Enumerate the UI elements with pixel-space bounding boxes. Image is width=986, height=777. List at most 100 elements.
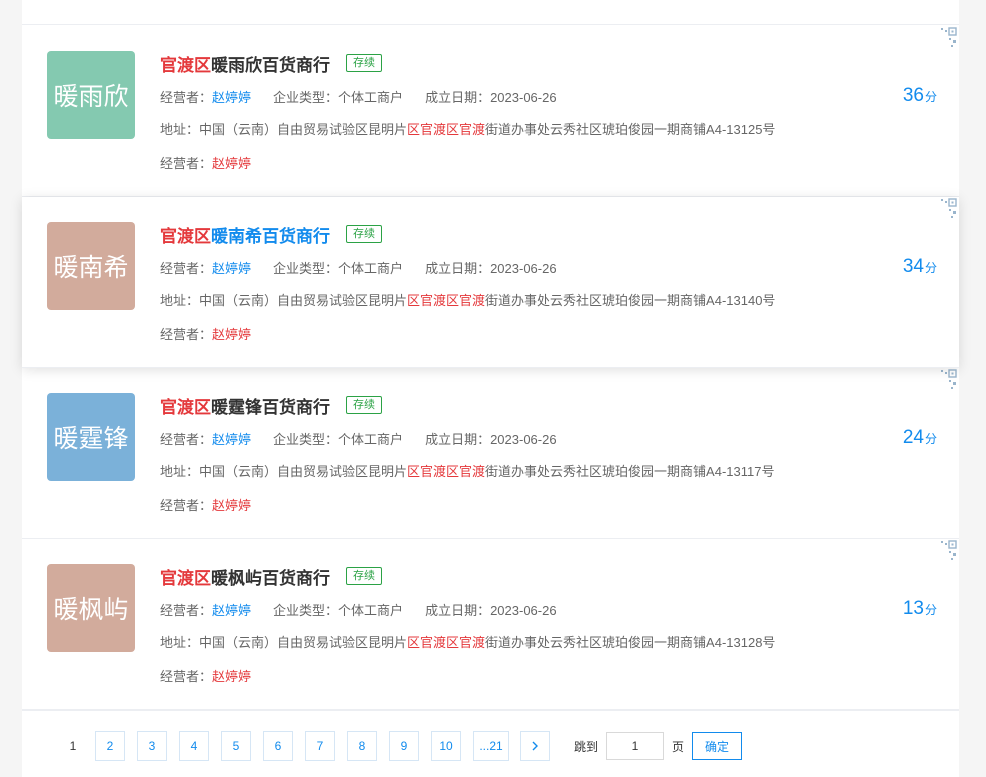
title-district-highlight[interactable]: 官渡区 (160, 393, 211, 418)
company-title[interactable]: 官渡区 暖枫屿百货商行 存续 (160, 564, 382, 588)
address-label: 地址： (160, 293, 200, 308)
page-jump-input[interactable] (606, 732, 664, 760)
address-row: 地址：中国（云南）自由贸易试验区昆明片区官渡区官渡街道办事处云秀社区琥珀俊园一期… (160, 632, 775, 651)
title-district-highlight[interactable]: 官渡区 (160, 564, 211, 589)
score-value: 13 (902, 598, 924, 619)
chevron-right-icon (532, 741, 538, 751)
jump-label: 跳到 (574, 740, 599, 754)
status-badge: 存续 (346, 54, 382, 72)
operator-row: 经营者：赵婷婷 (160, 153, 251, 172)
operator-link[interactable]: 赵婷婷 (212, 90, 251, 105)
operator-link[interactable]: 赵婷婷 (212, 432, 251, 447)
company-avatar: 暖霆锋 (47, 393, 135, 481)
page-link[interactable]: 8 (347, 731, 377, 761)
qr-code-icon[interactable] (935, 26, 959, 50)
company-avatar: 暖枫屿 (47, 564, 135, 652)
page-link[interactable]: 7 (305, 731, 335, 761)
company-card[interactable]: 暖雨欣 官渡区 暖雨欣百货商行 存续 经营者：赵婷婷 企业类型：个体工商户 成立日期：… (22, 26, 959, 197)
address-suffix: 街道办事处云秀社区琥珀俊园一期商铺A4-13125号 (485, 122, 776, 137)
date-label: 成立日期： (425, 603, 491, 618)
company-card[interactable]: 暖南希 官渡区 暖南希百货商行 存续 经营者：赵婷婷 企业类型：个体工商户 成立日期：… (22, 197, 959, 368)
company-card[interactable]: 暖霆锋 官渡区 暖霆锋百货商行 存续 经营者：赵婷婷 企业类型：个体工商户 成立日期：… (22, 368, 959, 539)
score-unit: 分 (924, 261, 937, 275)
qr-code-icon[interactable] (935, 197, 959, 221)
company-type: 个体工商户 (338, 261, 404, 276)
type-label: 企业类型： (273, 432, 339, 447)
score-unit: 分 (924, 90, 937, 104)
page-link[interactable]: 4 (179, 731, 209, 761)
next-page-button[interactable] (520, 731, 550, 761)
score-unit: 分 (924, 603, 937, 617)
operator-label: 经营者： (160, 327, 213, 342)
founded-date: 2023-06-26 (490, 261, 557, 276)
address-label: 地址： (160, 464, 200, 479)
company-title[interactable]: 官渡区 暖南希百货商行 存续 (160, 222, 382, 246)
title-name[interactable]: 暖雨欣百货商行 (211, 51, 330, 76)
address-highlight: 区官渡区官渡 (407, 464, 486, 479)
operator-highlight: 赵婷婷 (212, 669, 252, 684)
title-district-highlight[interactable]: 官渡区 (160, 222, 211, 247)
confirm-jump-button[interactable]: 确定 (692, 732, 742, 760)
page-current: 1 (58, 731, 88, 761)
score-unit: 分 (924, 432, 937, 446)
company-avatar: 暖南希 (47, 222, 135, 310)
page-link[interactable]: 5 (221, 731, 251, 761)
operator-link[interactable]: 赵婷婷 (212, 261, 251, 276)
operator-highlight: 赵婷婷 (212, 156, 252, 171)
address-row: 地址：中国（云南）自由贸易试验区昆明片区官渡区官渡街道办事处云秀社区琥珀俊园一期… (160, 119, 775, 138)
address-suffix: 街道办事处云秀社区琥珀俊园一期商铺A4-13128号 (485, 635, 776, 650)
date-label: 成立日期： (425, 90, 491, 105)
page-unit-label: 页 (672, 740, 685, 754)
address-label: 地址： (160, 635, 200, 650)
status-badge: 存续 (346, 225, 382, 243)
company-title[interactable]: 官渡区 暖霆锋百货商行 存续 (160, 393, 382, 417)
company-card[interactable]: 暖枫屿 官渡区 暖枫屿百货商行 存续 经营者：赵婷婷 企业类型：个体工商户 成立日期：… (22, 539, 959, 710)
score-value: 36 (902, 85, 924, 106)
page-link-last[interactable]: ...21 (473, 731, 509, 761)
company-avatar: 暖雨欣 (47, 51, 135, 139)
operator-row: 经营者：赵婷婷 (160, 495, 251, 514)
type-label: 企业类型： (273, 261, 339, 276)
operator-highlight: 赵婷婷 (212, 327, 252, 342)
company-info-row: 经营者：赵婷婷 企业类型：个体工商户 成立日期：2023-06-26 (160, 258, 557, 277)
company-type: 个体工商户 (338, 603, 404, 618)
operator-label: 经营者： (160, 498, 213, 513)
title-name[interactable]: 暖霆锋百货商行 (211, 393, 330, 418)
date-label: 成立日期： (425, 432, 491, 447)
match-score: 34分 (903, 256, 937, 278)
address-suffix: 街道办事处云秀社区琥珀俊园一期商铺A4-13117号 (485, 464, 775, 479)
company-type: 个体工商户 (338, 90, 404, 105)
page-link[interactable]: 9 (389, 731, 419, 761)
type-label: 企业类型： (273, 603, 339, 618)
previous-card-edge (22, 0, 959, 25)
operator-label: 经营者： (160, 669, 213, 684)
address-highlight: 区官渡区官渡 (407, 122, 486, 137)
founded-date: 2023-06-26 (490, 432, 557, 447)
match-score: 36分 (903, 85, 937, 107)
operator-label: 经营者： (160, 261, 213, 276)
address-row: 地址：中国（云南）自由贸易试验区昆明片区官渡区官渡街道办事处云秀社区琥珀俊园一期… (160, 461, 774, 480)
operator-row: 经营者：赵婷婷 (160, 666, 251, 685)
page-link[interactable]: 6 (263, 731, 293, 761)
qr-code-icon[interactable] (935, 368, 959, 392)
company-title[interactable]: 官渡区 暖雨欣百货商行 存续 (160, 51, 382, 75)
match-score: 13分 (903, 598, 937, 620)
company-info-row: 经营者：赵婷婷 企业类型：个体工商户 成立日期：2023-06-26 (160, 87, 557, 106)
page-link[interactable]: 3 (137, 731, 167, 761)
qr-code-icon[interactable] (935, 539, 959, 563)
company-type: 个体工商户 (338, 432, 404, 447)
address-row: 地址：中国（云南）自由贸易试验区昆明片区官渡区官渡街道办事处云秀社区琥珀俊园一期… (160, 290, 775, 309)
address-label: 地址： (160, 122, 200, 137)
title-name[interactable]: 暖南希百货商行 (211, 222, 330, 247)
address-prefix: 中国（云南）自由贸易试验区昆明片 (199, 122, 408, 137)
page-link[interactable]: 2 (95, 731, 125, 761)
score-value: 34 (902, 256, 924, 277)
title-name[interactable]: 暖枫屿百货商行 (211, 564, 330, 589)
company-info-row: 经营者：赵婷婷 企业类型：个体工商户 成立日期：2023-06-26 (160, 600, 557, 619)
address-prefix: 中国（云南）自由贸易试验区昆明片 (199, 635, 408, 650)
operator-link[interactable]: 赵婷婷 (212, 603, 251, 618)
operator-row: 经营者：赵婷婷 (160, 324, 251, 343)
status-badge: 存续 (346, 396, 382, 414)
title-district-highlight[interactable]: 官渡区 (160, 51, 211, 76)
page-link[interactable]: 10 (431, 731, 461, 761)
